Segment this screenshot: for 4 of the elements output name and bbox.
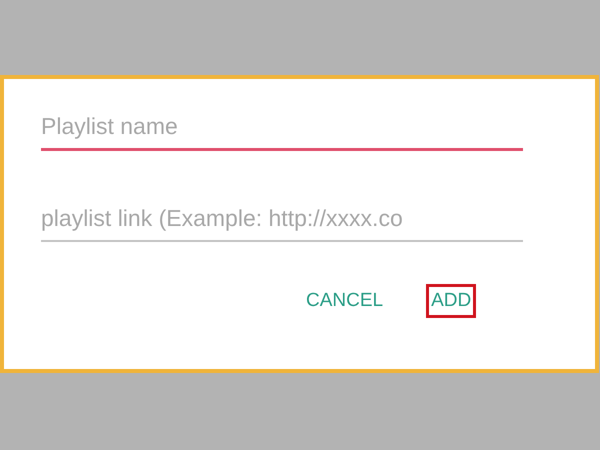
text-field[interactable]: Playlist name	[41, 107, 523, 151]
dialog-button[interactable]: ADD	[426, 284, 476, 318]
dialog-button[interactable]: CANCEL	[301, 284, 388, 318]
text-field[interactable]: playlist link (Example: http://xxxx.co	[41, 199, 523, 242]
